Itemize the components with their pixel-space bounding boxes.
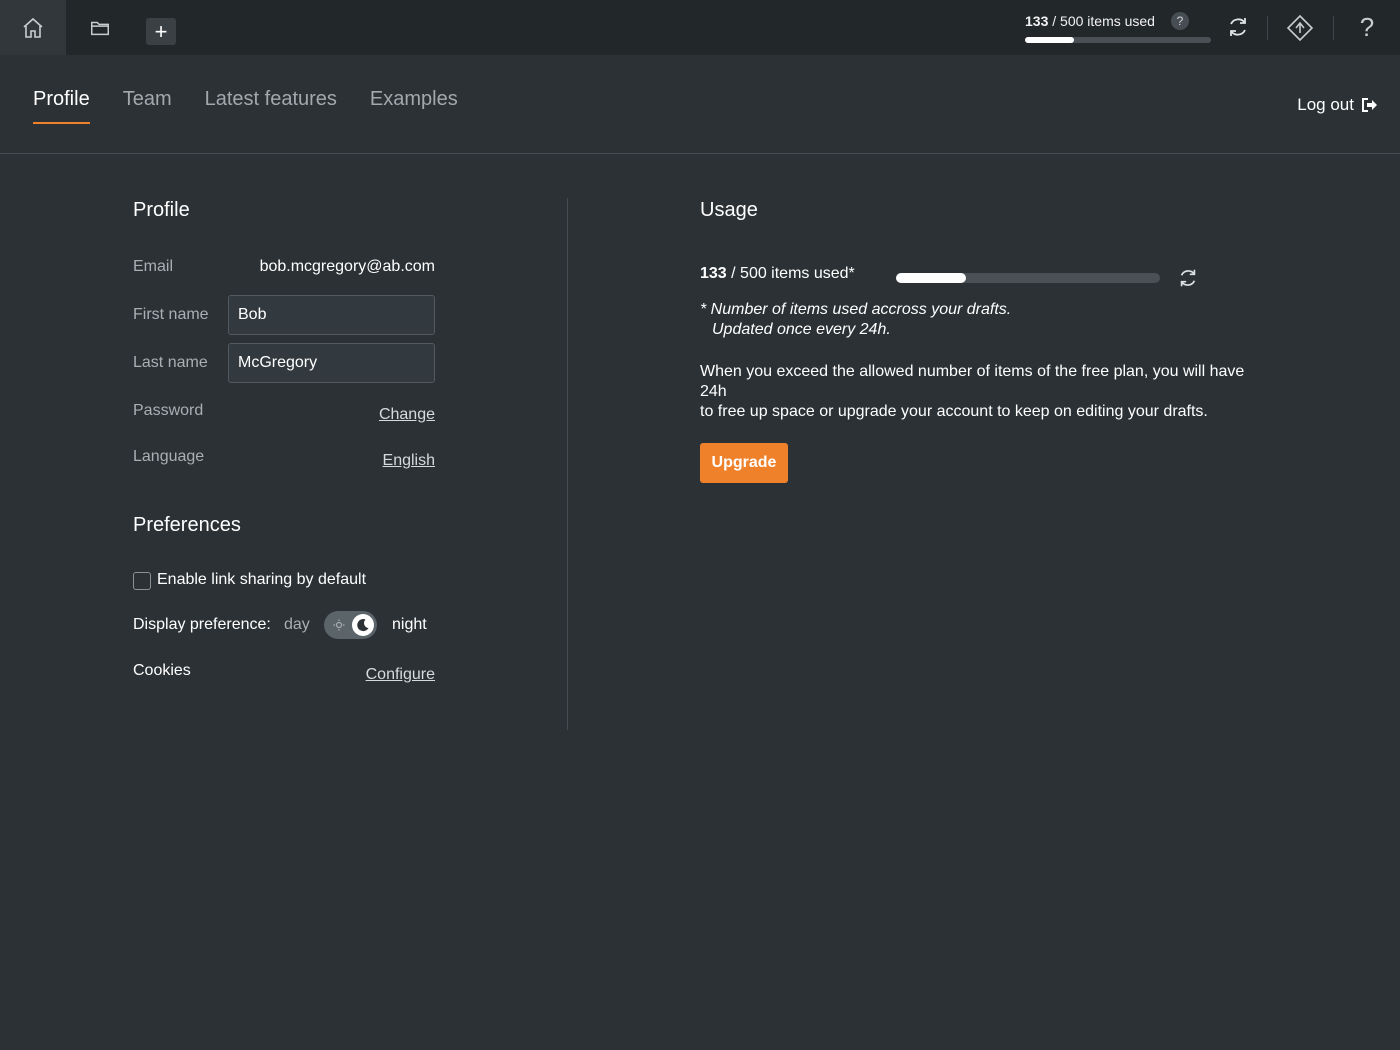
topbar-usage: 133 / 500 items used ? [1025, 12, 1211, 43]
diamond-logo-icon[interactable] [1286, 14, 1314, 42]
night-label: night [392, 616, 427, 633]
usage-used-value: 133 [700, 265, 727, 282]
topbar-separator [1333, 16, 1334, 40]
usage-explanation-line2: to free up space or upgrade your account… [700, 403, 1208, 420]
link-sharing-label[interactable]: Enable link sharing by default [157, 571, 366, 589]
usage-explanation-line1: When you exceed the allowed number of it… [700, 363, 1245, 400]
usage-note: * Number of items used accross your draf… [700, 300, 1011, 340]
usage-section-title: Usage [700, 199, 758, 221]
display-mode-toggle[interactable] [324, 611, 377, 639]
tabs-divider [0, 153, 1400, 154]
first-name-label: First name [133, 306, 209, 323]
top-bar: + 133 / 500 items used ? ? [0, 0, 1400, 55]
logout-button[interactable]: Log out [1297, 95, 1378, 115]
first-name-field[interactable] [228, 295, 435, 335]
usage-note-line2: Updated once every 24h. [712, 321, 891, 338]
usage-help-badge[interactable]: ? [1171, 12, 1189, 30]
sun-icon [333, 619, 345, 631]
folder-button[interactable] [67, 0, 133, 55]
column-divider [567, 198, 568, 730]
plus-icon: + [154, 19, 168, 44]
moon-icon [357, 619, 369, 632]
usage-explanation: When you exceed the allowed number of it… [700, 362, 1270, 422]
link-sharing-checkbox[interactable] [133, 572, 151, 590]
topbar-usage-rest: / 500 items used [1048, 13, 1155, 29]
tab-profile[interactable]: Profile [33, 88, 90, 124]
toggle-knob [352, 614, 374, 636]
usage-progress-fill [896, 273, 967, 283]
password-label: Password [133, 402, 204, 419]
configure-cookies-link[interactable]: Configure [366, 666, 435, 684]
refresh-icon[interactable] [1177, 267, 1199, 289]
change-password-link[interactable]: Change [379, 406, 435, 424]
usage-rest: / 500 items used* [726, 265, 855, 282]
display-preference-label: Display preference: [133, 616, 271, 633]
topbar-separator [1267, 16, 1268, 40]
tab-bar: Profile Team Latest features Examples [33, 88, 491, 124]
usage-progress-bar [896, 273, 1160, 283]
last-name-label: Last name [133, 354, 208, 371]
topbar-usage-bar-fill [1025, 37, 1075, 43]
tab-team[interactable]: Team [123, 88, 172, 124]
language-label: Language [133, 448, 205, 465]
tab-examples[interactable]: Examples [370, 88, 458, 124]
usage-count: 133 / 500 items used* [700, 265, 855, 283]
email-label: Email [133, 258, 174, 275]
folder-icon [91, 21, 109, 35]
logout-label: Log out [1297, 95, 1354, 114]
home-button[interactable] [0, 0, 66, 55]
email-value: bob.mcgregory@ab.com [259, 258, 435, 275]
home-icon [23, 17, 43, 38]
help-button[interactable]: ? [1352, 12, 1382, 42]
add-button[interactable]: + [146, 18, 176, 45]
topbar-usage-bar [1025, 37, 1211, 43]
usage-note-line1: * Number of items used accross your draf… [700, 301, 1012, 318]
topbar-usage-used: 133 [1025, 13, 1049, 29]
tab-latest-features[interactable]: Latest features [205, 88, 337, 124]
language-link[interactable]: English [383, 452, 435, 470]
preferences-section-title: Preferences [133, 514, 241, 536]
cookies-label: Cookies [133, 662, 191, 679]
day-label: day [284, 616, 310, 633]
last-name-field[interactable] [228, 343, 435, 383]
upgrade-button[interactable]: Upgrade [700, 443, 788, 483]
profile-section-title: Profile [133, 199, 190, 221]
logout-icon [1362, 98, 1377, 112]
refresh-icon[interactable] [1226, 15, 1250, 39]
